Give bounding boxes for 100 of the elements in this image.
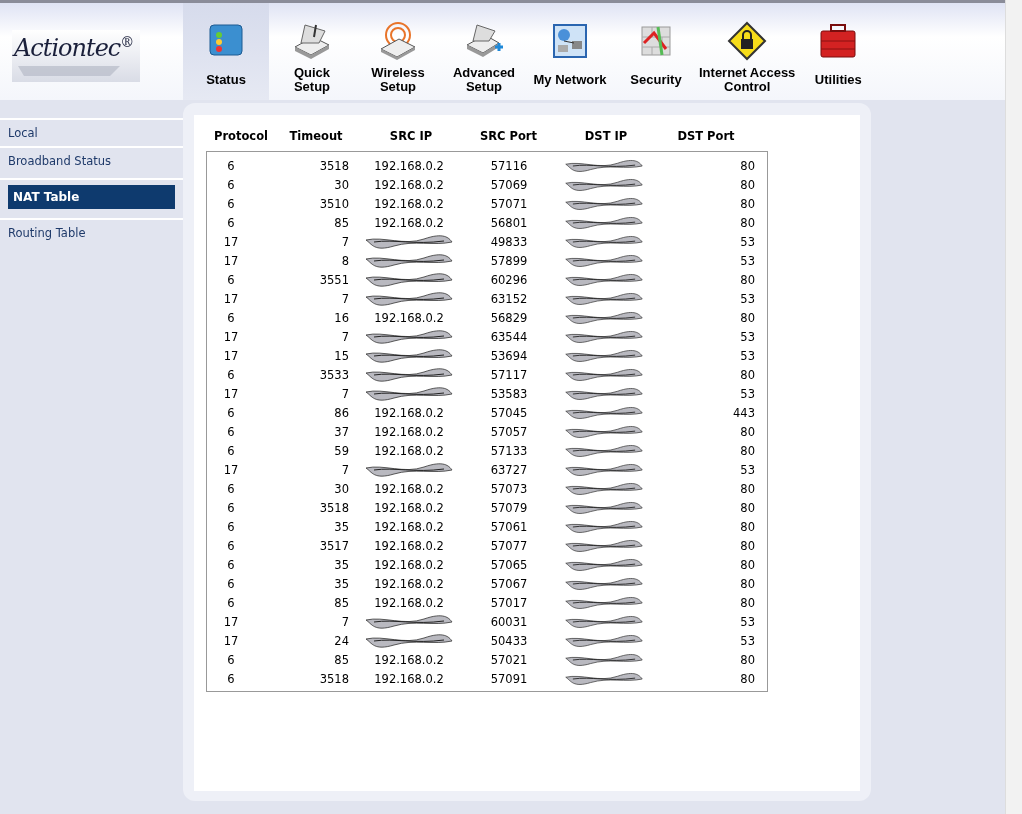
table-cell-text: 17 — [222, 462, 240, 477]
table-cell-text: 53 — [739, 462, 755, 477]
table-cell-text: 80 — [739, 481, 755, 496]
table-cell-text: 6 — [226, 424, 236, 439]
table-cell-text: 57065 — [489, 557, 529, 572]
nav-tab[interactable]: Wireless Setup — [355, 3, 441, 100]
table-cell-text: 8 — [340, 253, 349, 268]
column-header: Protocol — [212, 129, 270, 143]
table-cell-text: 443 — [732, 405, 755, 420]
table-cell-text: 85 — [333, 215, 349, 230]
table-cell-text: 6 — [226, 158, 236, 173]
table-cell-text: 57133 — [489, 443, 529, 458]
table-cell-text: 57091 — [489, 671, 529, 686]
table-cell-text: 6 — [226, 443, 236, 458]
table-cell-text: 53 — [739, 386, 755, 401]
table-cell-text: 80 — [739, 595, 755, 610]
table-cell-text: 17 — [222, 614, 240, 629]
table-cell-text: 59 — [333, 443, 349, 458]
table-cell-text: 3518 — [318, 500, 349, 515]
table-cell-text: 192.168.0.2 — [373, 158, 445, 173]
nav-tab[interactable]: Security — [613, 3, 699, 100]
table-cell-text: 56829 — [489, 310, 529, 325]
table-cell-text: 192.168.0.2 — [373, 671, 445, 686]
table-cell-text: 30 — [333, 177, 349, 192]
table-cell-text: 15 — [333, 348, 349, 363]
table-cell-text: 63152 — [489, 291, 529, 306]
table-cell-text: 17 — [222, 291, 240, 306]
nav-tab[interactable]: Advanced Setup — [441, 3, 527, 100]
table-cell-text: 192.168.0.2 — [373, 177, 445, 192]
table-cell-text: 6 — [226, 576, 236, 591]
network-map-icon — [550, 21, 590, 61]
table-cell-text: 6 — [226, 215, 236, 230]
table-cell-text: 53583 — [489, 386, 529, 401]
table-cell-text: 35 — [333, 519, 349, 534]
table-cell-text: 17 — [222, 348, 240, 363]
table-cell-text: 57117 — [489, 367, 529, 382]
table-cell-text: 7 — [340, 386, 349, 401]
table-cell-text: 60031 — [489, 614, 529, 629]
table-cell-text: 192.168.0.2 — [373, 196, 445, 211]
table-cell-text: 3510 — [318, 196, 349, 211]
table-cell-text: 7 — [340, 234, 349, 249]
nav-tab[interactable]: My Network — [527, 3, 613, 100]
column-header: SRC IP — [388, 129, 434, 143]
table-cell-text: 57061 — [489, 519, 529, 534]
table-cell-text: 57045 — [489, 405, 529, 420]
table-cell-text: 80 — [739, 557, 755, 572]
table-cell-text: 80 — [739, 177, 755, 192]
table-cell-text: 192.168.0.2 — [373, 519, 445, 534]
table-cell-text: 57077 — [489, 538, 529, 553]
table-cell-text: 80 — [739, 272, 755, 287]
table-cell-text: 192.168.0.2 — [373, 215, 445, 230]
nav-tab[interactable]: Quick Setup — [269, 3, 355, 100]
table-cell-text: 6 — [226, 595, 236, 610]
table-cell-text: 53 — [739, 614, 755, 629]
table-cell-text: 57067 — [489, 576, 529, 591]
table-cell-text: 192.168.0.2 — [373, 405, 445, 420]
nav-tab[interactable]: Status — [183, 3, 269, 100]
table-cell-text: 192.168.0.2 — [373, 576, 445, 591]
table-cell-text: 57069 — [489, 177, 529, 192]
column-header: SRC Port — [478, 129, 539, 143]
table-cell-text: 7 — [340, 291, 349, 306]
table-cell-text: 6 — [226, 367, 236, 382]
table-cell-text: 192.168.0.2 — [373, 310, 445, 325]
table-cell-text: 80 — [739, 652, 755, 667]
table-cell-text: 80 — [739, 196, 755, 211]
table-cell-text: 3533 — [318, 367, 349, 382]
table-cell-text: 6 — [226, 538, 236, 553]
table-cell-text: 3551 — [318, 272, 349, 287]
table-cell-text: 53 — [739, 253, 755, 268]
table-cell-text: 63727 — [489, 462, 529, 477]
table-cell-text: 80 — [739, 671, 755, 686]
table-cell-text: 192.168.0.2 — [373, 557, 445, 572]
table-cell-text: 7 — [340, 614, 349, 629]
table-cell-text: 17 — [222, 234, 240, 249]
column-header: DST Port — [676, 129, 736, 143]
nav-tab[interactable]: Internet Access Control — [699, 3, 796, 100]
table-cell-text: 80 — [739, 310, 755, 325]
table-cell-text: 80 — [739, 519, 755, 534]
table-cell-text: 86 — [333, 405, 349, 420]
padlock-sign-icon — [727, 21, 768, 61]
table-cell-text: 63544 — [489, 329, 529, 344]
table-cell-text: 6 — [226, 196, 236, 211]
sidebar-item[interactable]: NAT Table — [8, 185, 175, 209]
table-cell-text: 192.168.0.2 — [373, 538, 445, 553]
logo-text: Actiontec$^{®}$ — [14, 33, 134, 62]
table-cell-text: 17 — [222, 329, 240, 344]
table-cell-text: 57071 — [489, 196, 529, 211]
table-cell-text: 192.168.0.2 — [373, 500, 445, 515]
table-cell-text: 53 — [739, 234, 755, 249]
table-cell-text: 17 — [222, 633, 240, 648]
table-cell-text: 7 — [340, 462, 349, 477]
table-cell-text: 35 — [333, 576, 349, 591]
nav-tab[interactable]: Utilities — [795, 3, 882, 100]
table-cell-text: 53 — [739, 329, 755, 344]
table-cell-text: 3517 — [318, 538, 349, 553]
table-cell-text: 192.168.0.2 — [373, 424, 445, 439]
table-cell-text: 7 — [340, 329, 349, 344]
table-cell-text: 57021 — [489, 652, 529, 667]
table-cell-text: 3518 — [318, 158, 349, 173]
table-cell-text: 16 — [333, 310, 349, 325]
